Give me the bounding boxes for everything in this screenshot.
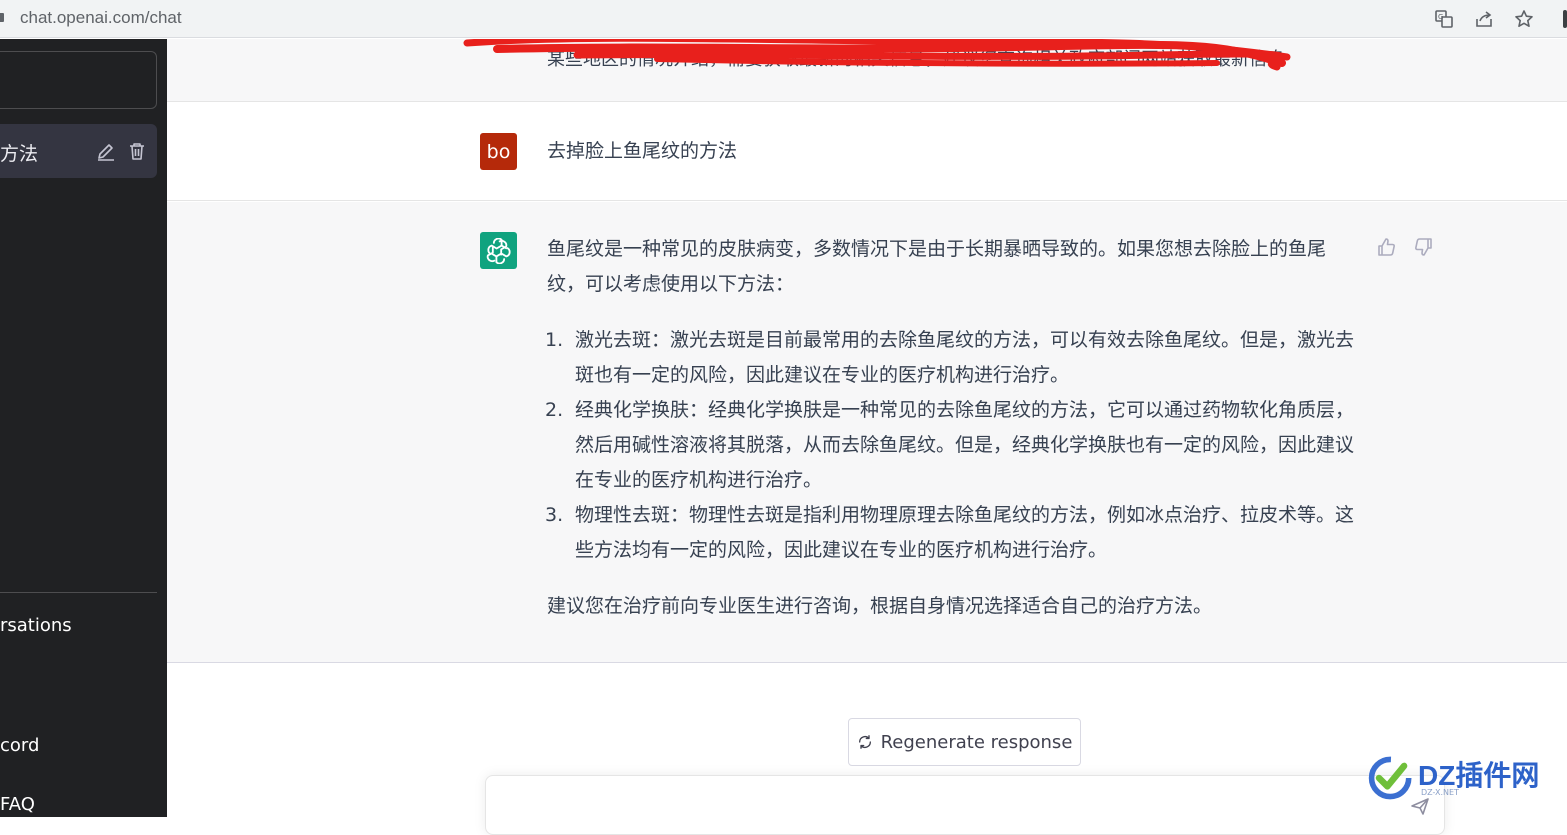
method-list: 1. 激光去斑：激光去斑是目前最常用的去除鱼尾纹的方法，可以有效去除鱼尾纹。但是，…	[545, 323, 1357, 568]
browser-toolbar: chat.openai.com/chat G	[0, 0, 1567, 38]
prompt-input[interactable]	[485, 775, 1445, 835]
user-message-row: bo 去掉脸上鱼尾纹的方法	[167, 103, 1567, 201]
sidebar: 方法 rsations cord FAQ	[0, 39, 167, 817]
thumbs-down-icon[interactable]	[1412, 236, 1434, 258]
list-item-text: 物理性去斑：物理性去斑是指利用物理原理去除鱼尾纹的方法，例如冰点治疗、拉皮术等。…	[575, 504, 1355, 561]
sidebar-item-conversations[interactable]: rsations	[0, 615, 72, 636]
redaction-scribble	[463, 39, 1291, 71]
previous-message-row: 某些地区的情况介绍，需要获取最新的相关信息，建议您查询相关政府部门网站获取最新信…	[167, 39, 1567, 102]
edit-icon[interactable]	[95, 140, 117, 162]
watermark-subtext: DZ-X.NET	[1421, 788, 1459, 797]
list-number: 2.	[545, 399, 564, 421]
address-bar[interactable]: chat.openai.com/chat	[20, 8, 182, 28]
assistant-message-row: 鱼尾纹是一种常见的皮肤病变，多数情况下是由于长期暴晒导致的。如果您想去除脸上的鱼…	[167, 202, 1567, 663]
regenerate-response-button[interactable]: Regenerate response	[848, 718, 1081, 766]
check-logo-icon	[1368, 756, 1412, 800]
list-item: 2. 经典化学换肤：经典化学换肤是一种常见的去除鱼尾纹的方法，它可以通过药物软化角…	[545, 393, 1357, 498]
regenerate-label: Regenerate response	[880, 731, 1073, 753]
watermark-logo: DZ插件网 DZ-X.NET	[1366, 750, 1556, 810]
share-icon[interactable]	[1472, 7, 1496, 31]
list-item-text: 激光去斑：激光去斑是目前最常用的去除鱼尾纹的方法，可以有效去除鱼尾纹。但是，激光…	[575, 329, 1355, 386]
star-icon[interactable]	[1512, 7, 1536, 31]
openai-logo-icon	[480, 232, 517, 269]
sidebar-item-discord[interactable]: cord	[0, 735, 39, 756]
list-number: 3.	[545, 504, 564, 526]
window-edge	[1563, 10, 1567, 28]
sidebar-item-conversation[interactable]: 方法	[0, 124, 157, 178]
list-item: 3. 物理性去斑：物理性去斑是指利用物理原理去除鱼尾纹的方法，例如冰点治疗、拉皮术…	[545, 498, 1357, 568]
lock-icon	[0, 13, 4, 22]
thumbs-up-icon[interactable]	[1376, 236, 1398, 258]
refresh-icon	[858, 735, 871, 749]
sidebar-item-faq[interactable]: FAQ	[0, 794, 35, 815]
new-chat-button[interactable]	[0, 51, 157, 109]
delete-icon[interactable]	[126, 140, 148, 162]
list-item-text: 经典化学换肤：经典化学换肤是一种常见的去除鱼尾纹的方法，它可以通过药物软化角质层…	[575, 399, 1355, 491]
list-item: 1. 激光去斑：激光去斑是目前最常用的去除鱼尾纹的方法，可以有效去除鱼尾纹。但是，…	[545, 323, 1357, 393]
assistant-message-text: 鱼尾纹是一种常见的皮肤病变，多数情况下是由于长期暴晒导致的。如果您想去除脸上的鱼…	[545, 232, 1357, 624]
assistant-conclusion: 建议您在治疗前向专业医生进行咨询，根据自身情况选择适合自己的治疗方法。	[547, 595, 1213, 617]
user-message-text: 去掉脸上鱼尾纹的方法	[547, 140, 738, 162]
translate-icon[interactable]: G	[1432, 7, 1456, 31]
svg-text:G: G	[1438, 13, 1443, 21]
chat-main: 某些地区的情况介绍，需要获取最新的相关信息，建议您查询相关政府部门网站获取最新信…	[167, 39, 1567, 835]
assistant-intro: 鱼尾纹是一种常见的皮肤病变，多数情况下是由于长期暴晒导致的。如果您想去除脸上的鱼…	[547, 238, 1327, 295]
list-number: 1.	[545, 329, 564, 351]
conversation-title: 方法	[0, 143, 39, 165]
user-avatar: bo	[480, 133, 517, 170]
sidebar-divider	[0, 592, 157, 593]
